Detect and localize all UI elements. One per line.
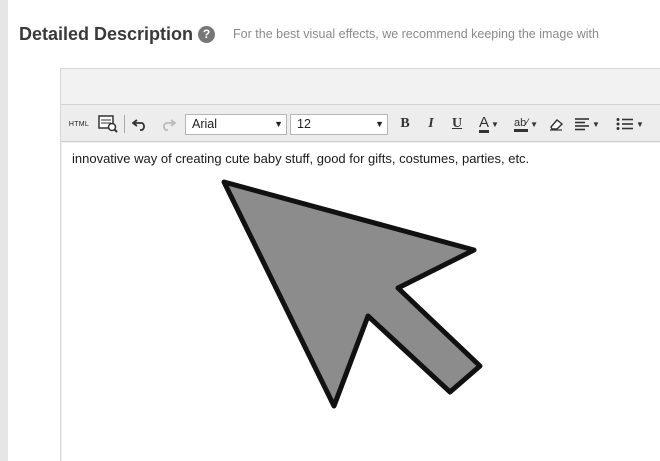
font-family-select[interactable]: Arial ▼ xyxy=(185,114,287,135)
redo-icon[interactable] xyxy=(159,105,177,143)
chevron-down-icon: ▼ xyxy=(636,119,644,129)
highlight-glyph: ab⁄ xyxy=(514,117,529,132)
font-family-value: Arial xyxy=(192,117,218,131)
bold-icon[interactable]: B xyxy=(397,105,413,143)
italic-icon[interactable]: I xyxy=(423,105,439,143)
description-text: innovative way of creating cute baby stu… xyxy=(72,151,530,166)
mouse-cursor-icon xyxy=(221,179,483,409)
underline-icon[interactable]: U xyxy=(449,105,465,143)
html-icon[interactable]: HTML xyxy=(67,105,91,143)
highlight-icon[interactable]: ab⁄ ▼ xyxy=(509,105,543,143)
list-icon[interactable]: ▼ xyxy=(611,105,649,143)
hint-text: For the best visual effects, we recommen… xyxy=(233,27,599,41)
font-size-value: 12 xyxy=(297,117,311,131)
help-icon[interactable]: ? xyxy=(198,25,216,43)
text-color-glyph: A xyxy=(479,113,490,133)
chevron-down-icon: ▼ xyxy=(530,119,538,129)
toolbar-divider xyxy=(124,115,125,133)
font-size-select[interactable]: 12 ▼ xyxy=(290,114,388,135)
section-title: Detailed Description xyxy=(19,23,194,44)
preview-icon[interactable] xyxy=(97,105,119,143)
chevron-down-icon: ▼ xyxy=(375,119,384,129)
description-header: Detailed Description ? For the best visu… xyxy=(19,22,659,46)
chevron-down-icon: ▼ xyxy=(592,119,600,129)
eraser-icon[interactable] xyxy=(547,105,565,143)
align-icon[interactable]: ▼ xyxy=(571,105,603,143)
text-color-icon[interactable]: A ▼ xyxy=(475,105,503,143)
undo-icon[interactable] xyxy=(131,105,149,143)
chevron-down-icon: ▼ xyxy=(491,119,499,129)
editor-toolbar: HTML Arial ▼ 12 ▼ B I U A ▼ ab⁄ ▼ ▼ ▼ xyxy=(61,104,660,142)
chevron-down-icon: ▼ xyxy=(274,119,283,129)
